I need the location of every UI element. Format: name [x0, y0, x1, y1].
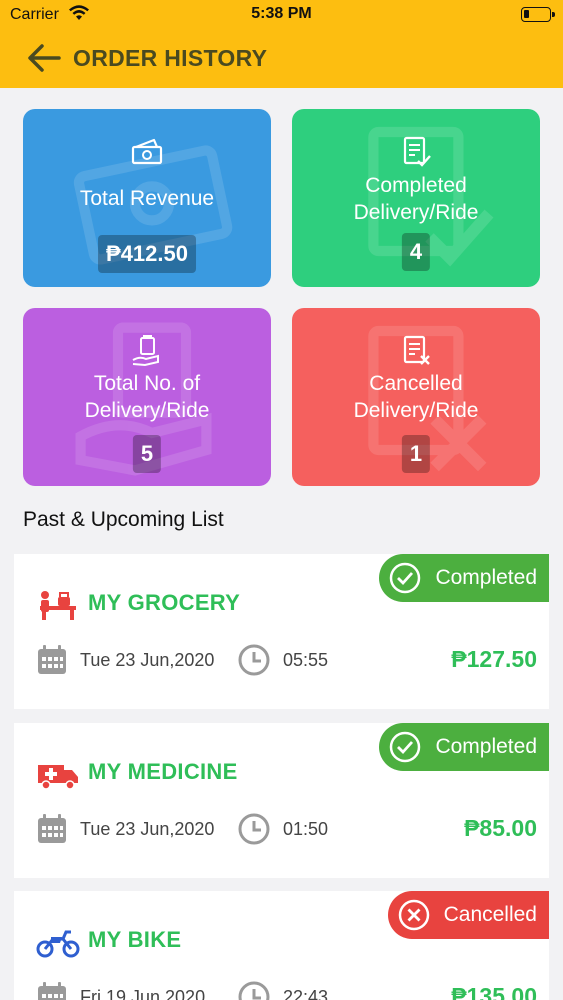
receipt-check-icon [403, 136, 431, 167]
order-card[interactable]: Completed MY GROCERY Tue 23 Jun,2020 05:… [14, 554, 549, 709]
status-label: Completed [435, 735, 537, 758]
completed-label-line2: Delivery/Ride [353, 201, 479, 224]
clock-icon [238, 981, 270, 1000]
money-icon [131, 138, 163, 165]
total-deliveries-card[interactable]: Total No. of Delivery/Ride 5 [23, 308, 271, 486]
cancelled-label-line2: Delivery/Ride [353, 399, 479, 422]
cancelled-card[interactable]: Cancelled Delivery/Ride 1 [292, 308, 540, 486]
x-circle-icon [398, 899, 429, 931]
order-price: ₱135.00 [451, 983, 537, 1000]
status-label: Completed [435, 566, 537, 589]
status-badge: Completed [379, 723, 549, 771]
nav-bar: ORDER HISTORY [0, 38, 563, 78]
calendar-icon [38, 645, 66, 674]
order-date: Tue 23 Jun,2020 [80, 650, 215, 670]
clipboard-hand-icon [132, 335, 159, 367]
page-title: ORDER HISTORY [73, 45, 268, 71]
status-bar: Carrier 5:38 PM [0, 0, 563, 30]
order-category: MY BIKE [88, 927, 182, 952]
total-revenue-card[interactable]: Total Revenue ₱412.50 [23, 109, 271, 287]
calendar-icon [38, 814, 66, 843]
order-date: Fri 19 Jun,2020 [80, 987, 206, 1000]
clock-time: 5:38 PM [251, 5, 312, 22]
battery-icon [521, 7, 555, 22]
receipt-x-icon [403, 335, 430, 365]
clock-icon [238, 813, 270, 845]
motorbike-icon [36, 930, 80, 958]
completed-label-line1: Completed [365, 174, 467, 197]
order-card[interactable]: Completed MY MEDICINE Tue 23 Jun,2020 01… [14, 723, 549, 878]
calendar-icon [38, 982, 66, 1000]
status-badge: Cancelled [387, 891, 549, 939]
completed-card[interactable]: Completed Delivery/Ride 4 [292, 109, 540, 287]
ambulance-icon [38, 765, 78, 790]
order-time: 22:43 [283, 987, 329, 1000]
grocery-store-icon [40, 591, 76, 620]
total-revenue-value: ₱412.50 [98, 235, 196, 273]
check-circle-icon [390, 731, 421, 763]
order-time: 01:50 [283, 819, 329, 839]
order-card[interactable]: Cancelled MY BIKE Fri 19 Jun,2020 22:43 … [14, 891, 549, 1000]
back-arrow-icon[interactable] [26, 42, 62, 74]
total-deliveries-value: 5 [132, 435, 162, 473]
order-time: 05:55 [283, 650, 329, 670]
order-category: MY MEDICINE [88, 759, 238, 784]
total-deliveries-label-line2: Delivery/Ride [84, 399, 210, 422]
total-revenue-label: Total Revenue [79, 187, 215, 210]
status-badge: Completed [379, 554, 549, 602]
order-date: Tue 23 Jun,2020 [80, 819, 215, 839]
section-title: Past & Upcoming List [23, 508, 224, 531]
cancelled-label-line1: Cancelled [369, 372, 463, 395]
clock-icon [238, 644, 270, 676]
order-category: MY GROCERY [88, 590, 241, 615]
total-deliveries-label-line1: Total No. of [93, 372, 201, 395]
top-bar: Carrier 5:38 PM ORDER HISTORY [0, 0, 563, 88]
status-label: Cancelled [443, 903, 537, 926]
completed-value: 4 [401, 233, 431, 271]
check-circle-icon [390, 562, 421, 594]
cancelled-value: 1 [401, 435, 431, 473]
order-price: ₱85.00 [464, 815, 537, 841]
order-price: ₱127.50 [451, 646, 537, 672]
